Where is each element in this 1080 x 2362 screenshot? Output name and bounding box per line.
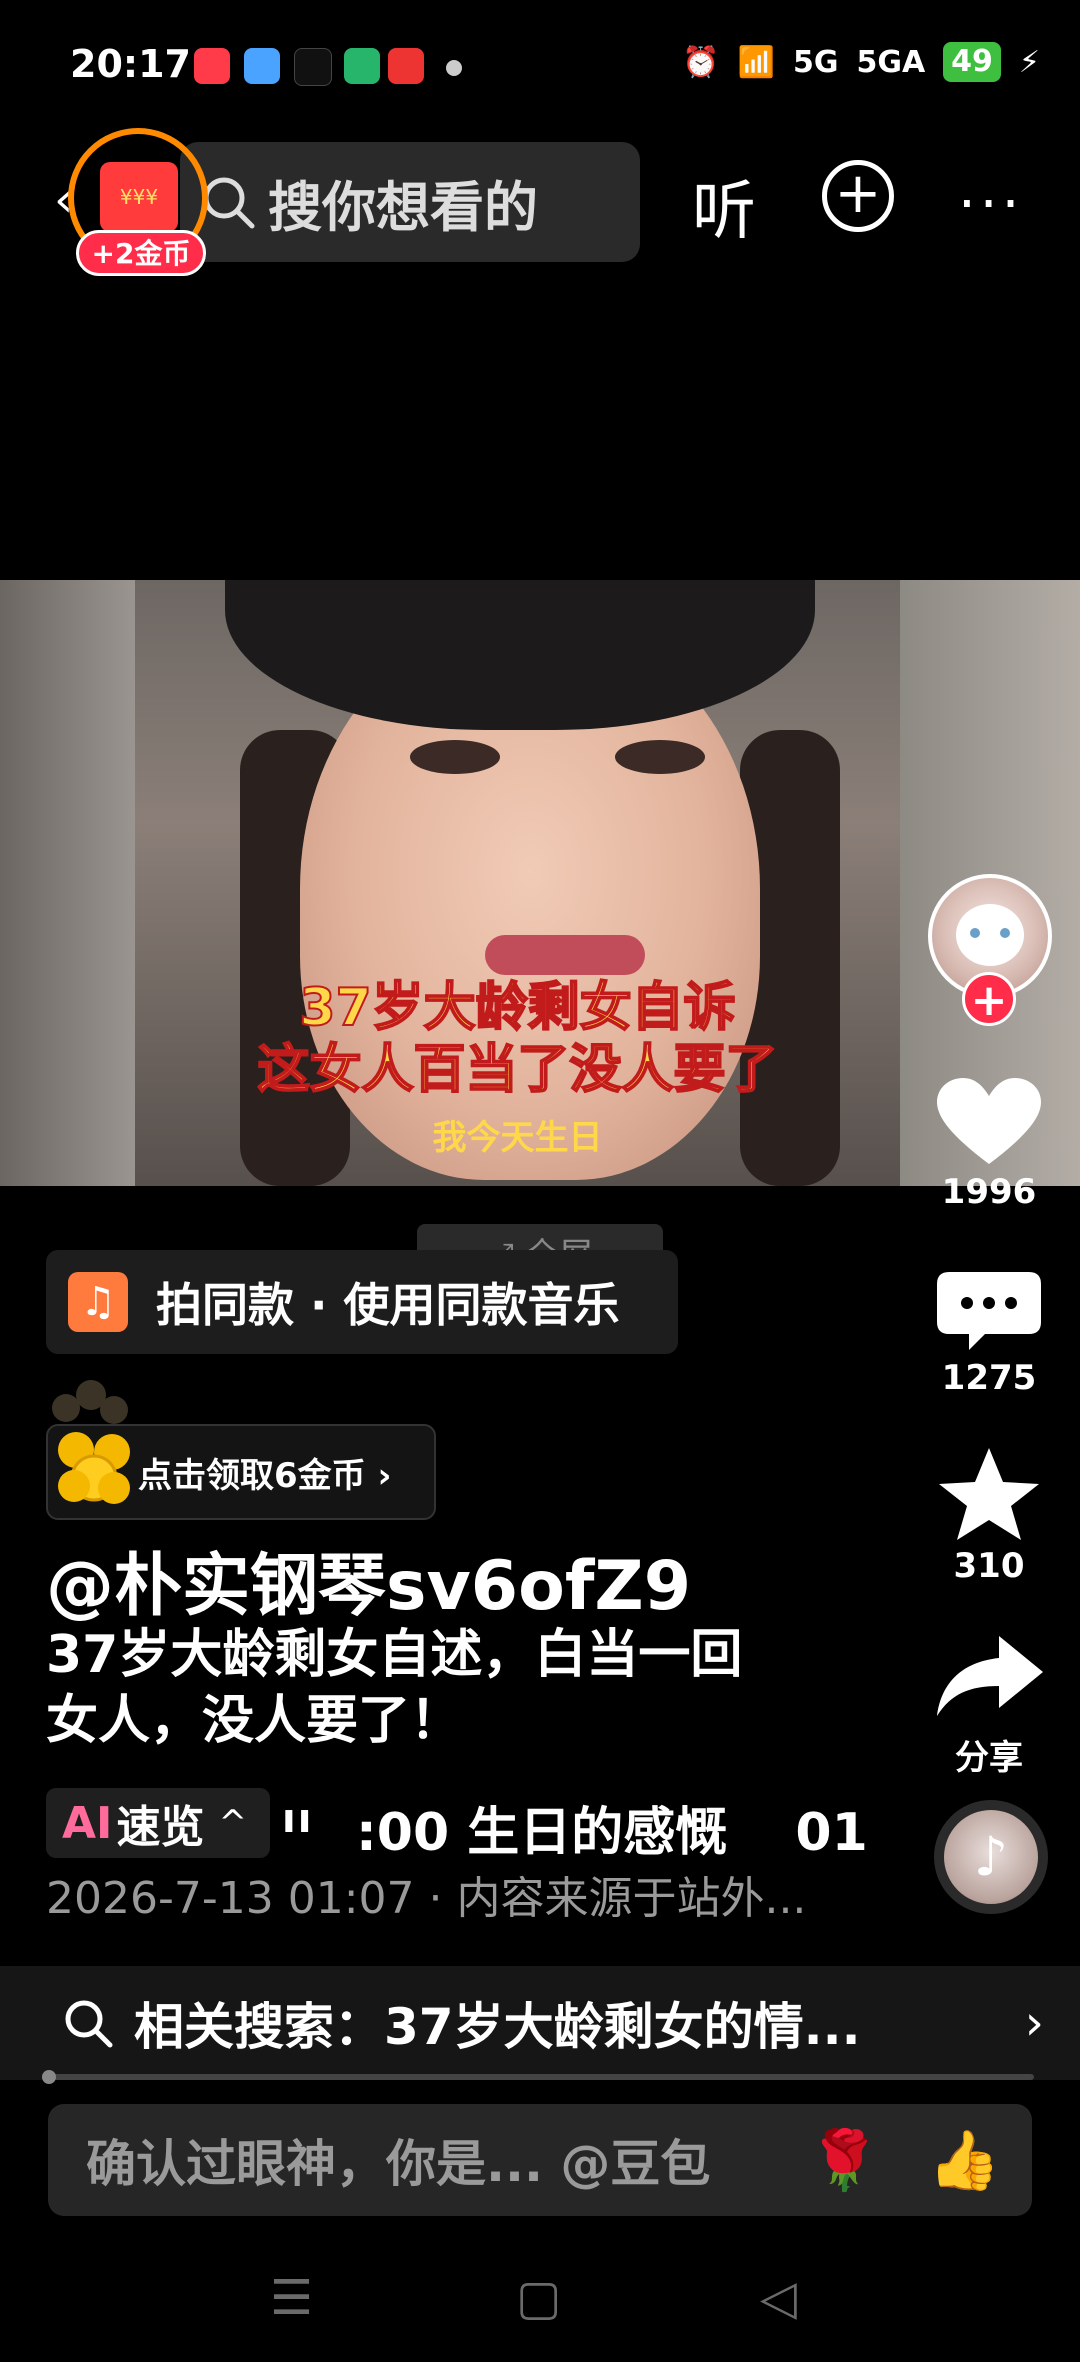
ai-summary-toggle[interactable]: AI 速览 ^ <box>46 1788 270 1858</box>
search-box[interactable]: 搜你想看的 <box>180 142 640 262</box>
video-eye-right <box>615 740 705 774</box>
follow-button[interactable]: + <box>962 972 1016 1026</box>
related-search-label: 相关搜索：37岁大龄剩女的情... <box>134 1998 861 2056</box>
use-music-bar[interactable]: ♫ 拍同款 · 使用同款音乐 <box>46 1250 678 1354</box>
gold-coins-icon <box>58 1432 130 1504</box>
share-label[interactable]: 分享 <box>919 1730 1059 1779</box>
author-name[interactable]: @朴实钢琴sv6ofZ9 <box>46 1530 691 1629</box>
post-meta: 2026-7-13 01:07 · 内容来源于站外... <box>46 1873 807 1924</box>
video-caption-line2: 这女人百当了没人要了 <box>256 1039 778 1101</box>
add-button[interactable]: + <box>822 160 894 232</box>
favorites-count: 310 <box>953 1546 1025 1586</box>
wifi-icon: 📶 <box>737 44 775 80</box>
menu-nav-icon[interactable]: ☰ <box>270 2270 313 2326</box>
caret-up-icon: ^ <box>218 1803 247 1843</box>
ai-chapter-line[interactable]: :00 生日的感慨 01 <box>356 1790 868 1865</box>
heart-icon[interactable] <box>929 1074 1049 1174</box>
signal-5ga: 5GA <box>856 44 926 80</box>
star-icon[interactable] <box>929 1444 1049 1540</box>
red-packet-icon[interactable]: ¥¥¥ <box>100 162 178 232</box>
signal-5g: 5G <box>792 44 839 80</box>
chevron-right-icon: › <box>1024 1995 1044 2051</box>
ai-topic: 生日的感慨 <box>467 1803 728 1863</box>
douyin-notification-icon <box>294 48 332 86</box>
coin-reward-badge: +2金币 <box>76 230 206 276</box>
description-line2: 女人，没人要了！ <box>46 1691 463 1751</box>
claim-coins-label: 点击领取6金币 › <box>138 1456 392 1496</box>
audio-wave-icon: ıı <box>282 1796 314 1842</box>
comment-icon[interactable] <box>929 1266 1049 1356</box>
ai-time2: 01 <box>795 1803 868 1863</box>
video-caption-line1: 37岁大龄剩女自诉 <box>298 977 736 1039</box>
battery-indicator: 49 <box>943 42 1001 82</box>
ai-speed-label: 速览 <box>116 1802 205 1853</box>
search-placeholder: 搜你想看的 <box>268 175 538 239</box>
video-caption-line3: 我今天生日 <box>432 1118 603 1158</box>
comment-placeholder: 确认过眼神，你是... @豆包 <box>86 2135 711 2193</box>
share-icon[interactable] <box>929 1630 1049 1720</box>
ai-label: AI <box>62 1797 113 1849</box>
status-right: ⏰ 📶 5G 5GA 49 ⚡ <box>682 42 1040 82</box>
video-player[interactable]: 37岁大龄剩女自诉 这女人百当了没人要了 我今天生日 <box>0 580 1080 1186</box>
video-lips <box>485 935 645 975</box>
more-notifications-dot <box>446 60 462 76</box>
comments-count: 1275 <box>941 1358 1037 1398</box>
music-note-icon: ♫ <box>68 1272 128 1332</box>
description-line1: 37岁大龄剩女自述，白当一回 <box>46 1625 743 1685</box>
post-description[interactable]: 37岁大龄剩女自述，白当一回 女人，没人要了！ <box>46 1622 846 1754</box>
alarm-icon: ⏰ <box>682 44 720 80</box>
thumbs-up-emoji-icon[interactable]: 👍 <box>928 2126 1000 2195</box>
back-nav-icon[interactable]: ◁ <box>760 2270 797 2326</box>
toutiao-notification-icon <box>388 48 424 84</box>
home-nav-icon[interactable]: ▢ <box>516 2270 561 2326</box>
plus-icon: + <box>834 161 882 226</box>
video-progress-bar[interactable] <box>46 2074 1034 2080</box>
claim-coins-button[interactable]: 点击领取6金币 › <box>46 1424 436 1520</box>
progress-handle[interactable] <box>42 2070 56 2084</box>
weather-notification-icon <box>244 48 280 84</box>
ai-time1: :00 <box>356 1803 450 1863</box>
app-notification-icon <box>194 48 230 84</box>
charging-icon: ⚡ <box>1018 44 1040 80</box>
rose-emoji-icon[interactable]: 🌹 <box>808 2126 880 2195</box>
video-edge-left <box>0 580 135 1186</box>
related-search-bar[interactable]: 相关搜索：37岁大龄剩女的情... › <box>0 1966 1080 2080</box>
wallet-notification-icon <box>344 48 380 84</box>
search-icon <box>65 2000 113 2048</box>
comment-input-bar[interactable]: 确认过眼神，你是... @豆包 🌹 👍 <box>48 2104 1032 2216</box>
video-eye-left <box>410 740 500 774</box>
music-disc-icon[interactable]: ♪ <box>934 1800 1048 1914</box>
more-button[interactable]: ··· <box>958 172 1023 237</box>
likes-count: 1996 <box>941 1172 1037 1212</box>
status-time: 20:17 <box>70 42 191 86</box>
use-music-label: 拍同款 · 使用同款音乐 <box>156 1278 620 1332</box>
listen-button[interactable]: 听 <box>692 160 756 252</box>
